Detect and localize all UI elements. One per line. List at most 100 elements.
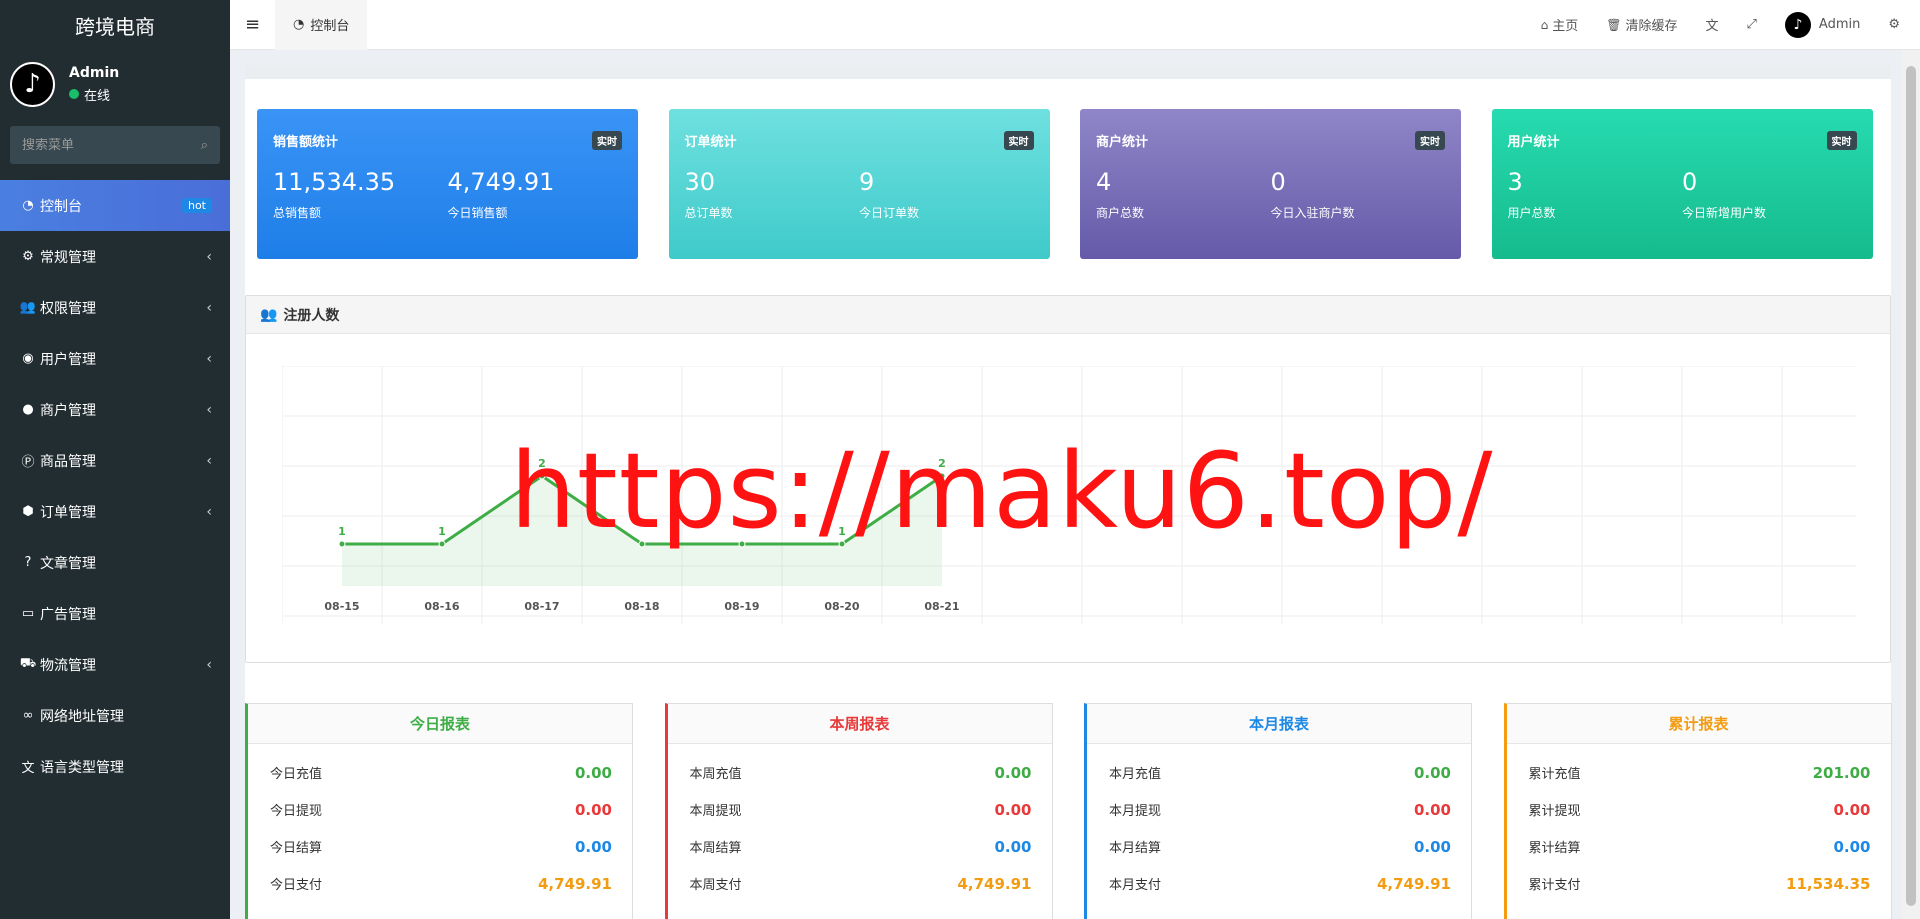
realtime-badge: 实时	[1003, 131, 1034, 150]
sidebar-item-label: 网络地址管理	[40, 708, 124, 725]
sidebar-item[interactable]: ◔ 控制台 hot	[0, 180, 230, 231]
scrollbar-thumb[interactable]	[1906, 66, 1916, 906]
stat-label: 用户总数	[1507, 206, 1556, 220]
data-point	[638, 540, 646, 548]
data-point	[938, 472, 946, 480]
stat-title: 销售额统计	[273, 135, 339, 150]
x-tick-label: 08-18	[624, 600, 659, 613]
report-row: 本月提现 0.00	[1087, 791, 1471, 828]
data-label: 2	[938, 457, 946, 470]
report-row: 累计提现 0.00	[1507, 791, 1891, 828]
sidebar-item[interactable]: ⬢ 订单管理 ‹	[0, 486, 230, 537]
search-icon[interactable]: ⌕	[201, 138, 208, 153]
chart-panel: 👥 注册人数 1 08-15 1 08-16 2 08-17 08-18 08-19 1 08-2…	[245, 295, 1891, 663]
report-row: 今日充值 0.00	[248, 754, 632, 791]
report-row: 本月充值 0.00	[1087, 754, 1471, 791]
hot-badge: hot	[181, 198, 212, 213]
search-input[interactable]	[22, 137, 201, 153]
settings-gear-icon[interactable]: ⚙	[1874, 17, 1914, 32]
x-tick-label: 08-21	[924, 600, 959, 613]
sidebar-item[interactable]: ? 文章管理	[0, 537, 230, 588]
sidebar-item[interactable]: 👥 权限管理 ‹	[0, 282, 230, 333]
report-row: 累计支付 11,534.35	[1507, 865, 1891, 902]
stat-value: 3	[1507, 168, 1523, 196]
sidebar-item-label: 常规管理	[40, 249, 96, 266]
report-row-label: 今日结算	[270, 841, 323, 856]
stat-value: 30	[684, 168, 716, 196]
report-title: 今日报表	[248, 704, 632, 744]
report-card: 累计报表 累计充值 201.00 累计提现 0.00 累计结算 0.00 累计支付 11,534…	[1503, 703, 1892, 919]
sidebar-item-label: 订单管理	[40, 504, 96, 521]
sidebar-item[interactable]: ⚙ 常规管理 ‹	[0, 231, 230, 282]
chevron-left-icon: ‹	[206, 350, 212, 367]
sidebar-item[interactable]: ◉ 用户管理 ‹	[0, 333, 230, 384]
sidebar-item[interactable]: Ⓟ 商品管理 ‹	[0, 435, 230, 486]
link-icon: ∞	[22, 708, 34, 723]
brand-title[interactable]: 跨境电商	[0, 0, 230, 50]
scrollbar[interactable]	[1902, 50, 1920, 919]
sidebar-item[interactable]: ⛟ 物流管理 ‹	[0, 639, 230, 690]
report-row-label: 本周支付	[689, 878, 742, 893]
report-cards: 今日报表 今日充值 0.00 今日提现 0.00 今日结算 0.00 今日支付 4,749.91…	[245, 703, 1892, 919]
report-row-label: 累计结算	[1528, 841, 1581, 856]
stat-label: 今日入驻商户数	[1270, 206, 1355, 220]
stat-label: 总订单数	[684, 206, 733, 220]
data-point	[338, 540, 346, 548]
fullscreen-icon[interactable]: ⤢	[1733, 17, 1771, 32]
report-row-value: 0.00	[994, 763, 1032, 782]
report-row-value: 0.00	[994, 837, 1032, 856]
home-link[interactable]: ⌂ 主页	[1527, 15, 1593, 35]
cogs-icon: ⚙	[22, 249, 34, 264]
data-point	[438, 540, 446, 548]
stat-label: 今日销售额	[447, 206, 508, 220]
admin-menu[interactable]: ♪ Admin	[1771, 11, 1874, 38]
user-status: 在线	[69, 85, 119, 104]
report-row-label: 累计支付	[1528, 878, 1581, 893]
report-row-label: 本月支付	[1109, 878, 1162, 893]
dashboard-icon: ◔	[22, 198, 34, 213]
language-switch-icon[interactable]: 文	[1691, 15, 1732, 34]
sidebar-item-label: 控制台	[40, 198, 82, 215]
sidebar-item-label: 语言类型管理	[40, 759, 124, 776]
report-row-label: 今日提现	[270, 804, 323, 819]
sidebar-item-label: 商户管理	[40, 402, 96, 419]
data-label: 1	[338, 525, 346, 538]
report-row-label: 本周结算	[689, 841, 742, 856]
report-row: 今日提现 0.00	[248, 791, 632, 828]
report-card: 本月报表 本月充值 0.00 本月提现 0.00 本月结算 0.00 本月支付 4,749.91	[1084, 703, 1472, 919]
report-row-label: 本周充值	[689, 767, 742, 782]
question-icon: ?	[24, 555, 32, 570]
x-tick-label: 08-19	[724, 600, 759, 613]
x-tick-label: 08-17	[524, 600, 559, 613]
chevron-left-icon: ‹	[206, 656, 212, 673]
registrations-chart: 1 08-15 1 08-16 2 08-17 08-18 08-19 1 08-20 2 08-21	[281, 365, 1856, 624]
clear-cache-button[interactable]: 🗑 清除缓存	[1592, 15, 1691, 35]
report-row: 本周支付 4,749.91	[668, 865, 1052, 902]
sidebar-item[interactable]: ● 商户管理 ‹	[0, 384, 230, 435]
stat-title: 用户统计	[1507, 135, 1560, 150]
online-dot-icon	[69, 89, 79, 99]
tab-label: 控制台	[310, 19, 350, 34]
user-status-label: 在线	[84, 88, 111, 104]
report-title: 累计报表	[1506, 704, 1891, 744]
tab-dashboard[interactable]: ◔ 控制台	[275, 0, 368, 50]
data-point	[538, 472, 546, 480]
avatar: ♪	[1784, 11, 1811, 38]
chevron-left-icon: ‹	[206, 503, 212, 520]
report-row-label: 今日充值	[270, 767, 323, 782]
menu-toggle-icon[interactable]: ≡	[230, 14, 275, 35]
cube-icon: ⬢	[22, 504, 34, 519]
users-icon: 👥	[19, 300, 37, 315]
stat-cards: 销售额统计 实时 11,534.35 总销售额 4,749.91 今日销售额 订单统计 实时 3…	[257, 109, 1879, 259]
data-point	[738, 540, 746, 548]
sidebar-item-label: 商品管理	[40, 453, 96, 470]
report-row: 本周提现 0.00	[668, 791, 1052, 828]
report-row-value: 4,749.91	[1376, 874, 1451, 893]
report-card: 本周报表 本周充值 0.00 本周提现 0.00 本周结算 0.00 本周支付 4,749.91	[664, 703, 1053, 919]
sidebar-item[interactable]: ∞ 网络地址管理	[0, 690, 230, 741]
sidebar-item[interactable]: ▭ 广告管理	[0, 588, 230, 639]
report-row-value: 0.00	[1413, 837, 1451, 856]
sidebar-item[interactable]: 文语言类型管理	[0, 741, 230, 792]
report-row-label: 本月提现	[1109, 804, 1162, 819]
avatar[interactable]: ♪	[10, 61, 55, 107]
